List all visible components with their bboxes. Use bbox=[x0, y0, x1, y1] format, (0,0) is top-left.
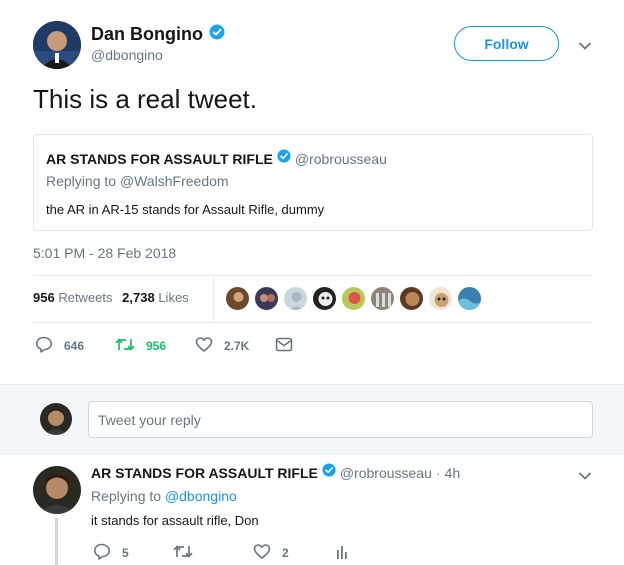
retweet-action[interactable]: 956 bbox=[115, 336, 166, 356]
reply-text: it stands for assault rifle, Don bbox=[91, 513, 259, 528]
reply-replying-to: Replying to @dbongino bbox=[91, 488, 237, 504]
quoted-text: the AR in AR-15 stands for Assault Rifle… bbox=[46, 202, 325, 217]
envelope-icon bbox=[275, 336, 293, 356]
reply-composer: Tweet your reply bbox=[0, 384, 624, 454]
reply-time[interactable]: 4h bbox=[445, 465, 461, 481]
reply-author-row: AR STANDS FOR ASSAULT RIFLE @robrousseau… bbox=[91, 463, 460, 482]
author-handle[interactable]: @dbongino bbox=[91, 47, 163, 63]
reply-author-name[interactable]: AR STANDS FOR ASSAULT RIFLE bbox=[91, 465, 318, 481]
likes-stat[interactable]: 2,738 Likes bbox=[122, 290, 189, 305]
liker-avatar[interactable] bbox=[370, 286, 395, 311]
liker-avatar[interactable] bbox=[312, 286, 337, 311]
chevron-down-icon[interactable] bbox=[578, 468, 592, 480]
quoted-author-row: AR STANDS FOR ASSAULT RIFLE @robrousseau bbox=[46, 149, 387, 168]
author-avatar[interactable] bbox=[33, 21, 81, 69]
quoted-replying-to: Replying to @WalshFreedom bbox=[46, 173, 229, 189]
retweet-action[interactable] bbox=[173, 543, 193, 563]
reply-count: 5 bbox=[122, 546, 129, 560]
verified-badge-icon bbox=[322, 463, 336, 482]
replying-to-link[interactable]: @WalshFreedom bbox=[120, 173, 229, 189]
likes-count: 2,738 bbox=[122, 290, 155, 305]
verified-badge-icon bbox=[209, 24, 225, 45]
retweets-label: Retweets bbox=[58, 290, 113, 305]
reply-icon bbox=[93, 543, 111, 563]
retweet-icon bbox=[115, 336, 135, 356]
analytics-action[interactable] bbox=[335, 543, 349, 563]
divider bbox=[33, 322, 593, 323]
author-name[interactable]: Dan Bongino bbox=[91, 24, 203, 45]
like-count: 2.7K bbox=[224, 339, 250, 353]
heart-icon bbox=[253, 543, 271, 563]
analytics-icon bbox=[335, 543, 349, 563]
liker-avatar[interactable] bbox=[457, 286, 482, 311]
like-count: 2 bbox=[282, 546, 289, 560]
stats-separator bbox=[213, 276, 214, 322]
retweets-stat[interactable]: 956 Retweets bbox=[33, 290, 116, 305]
tweet-timestamp[interactable]: 5:01 PM - 28 Feb 2018 bbox=[33, 245, 176, 261]
stats-counts: 956 Retweets 2,738 Likes bbox=[33, 290, 189, 305]
liker-avatar[interactable] bbox=[428, 286, 453, 311]
reply-action[interactable]: 646 bbox=[35, 336, 84, 356]
liker-avatar[interactable] bbox=[399, 286, 424, 311]
verified-badge-icon bbox=[277, 149, 291, 168]
current-user-avatar bbox=[40, 403, 72, 435]
heart-icon bbox=[195, 336, 213, 356]
divider bbox=[33, 275, 593, 276]
reply-action[interactable]: 5 bbox=[93, 543, 129, 563]
author-name-row[interactable]: Dan Bongino bbox=[91, 23, 225, 45]
quoted-author-name: AR STANDS FOR ASSAULT RIFLE bbox=[46, 150, 273, 167]
reply-separator: · bbox=[435, 464, 441, 481]
retweets-count: 956 bbox=[33, 290, 55, 305]
replying-prefix: Replying to bbox=[46, 173, 117, 189]
direct-message-action[interactable] bbox=[275, 336, 293, 356]
liker-avatar[interactable] bbox=[254, 286, 279, 311]
likers-avatars bbox=[225, 286, 482, 311]
retweet-icon bbox=[173, 543, 193, 563]
reply-icon bbox=[35, 336, 53, 356]
liker-avatar[interactable] bbox=[341, 286, 366, 311]
liker-avatar[interactable] bbox=[225, 286, 250, 311]
reply-count: 646 bbox=[64, 339, 85, 353]
reply-input[interactable]: Tweet your reply bbox=[88, 401, 593, 438]
tweet-text: This is a real tweet. bbox=[33, 84, 257, 114]
likes-label: Likes bbox=[158, 290, 189, 305]
quoted-author-handle: @robrousseau bbox=[294, 150, 387, 167]
retweet-count: 956 bbox=[146, 339, 167, 353]
replying-prefix: Replying to bbox=[91, 488, 162, 504]
chevron-down-icon[interactable] bbox=[578, 38, 592, 50]
reply-thread-line bbox=[55, 518, 58, 565]
like-action[interactable]: 2.7K bbox=[195, 336, 249, 356]
like-action[interactable]: 2 bbox=[253, 543, 289, 563]
quoted-tweet[interactable]: AR STANDS FOR ASSAULT RIFLE @robrousseau… bbox=[33, 134, 593, 231]
follow-button[interactable]: Follow bbox=[454, 26, 559, 61]
reply-author-avatar[interactable] bbox=[33, 466, 81, 514]
replying-to-link[interactable]: @dbongino bbox=[165, 488, 237, 504]
reply-author-handle[interactable]: @robrousseau bbox=[340, 465, 432, 481]
liker-avatar[interactable] bbox=[283, 286, 308, 311]
